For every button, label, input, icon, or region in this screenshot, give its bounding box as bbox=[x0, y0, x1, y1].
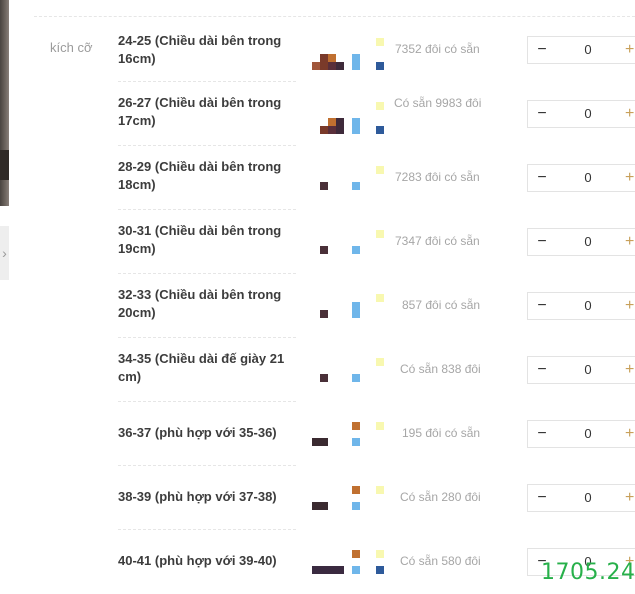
decrease-button[interactable]: − bbox=[528, 37, 556, 63]
stock-text: 7283 đôi có sẵn bbox=[395, 170, 480, 184]
sku-row: 32-33 (Chiều dài bên trong 20cm) 857 đôi… bbox=[0, 274, 635, 338]
quantity-input[interactable]: 0 bbox=[558, 165, 618, 191]
increase-button[interactable]: + bbox=[625, 421, 635, 447]
sku-row: 34-35 (Chiều dài đế giày 21 cm) Có sẵn 8… bbox=[0, 338, 635, 402]
sku-row: 36-37 (phù hợp với 35-36) 195 đôi có sẵn… bbox=[0, 402, 635, 466]
quantity-stepper: − 0 + bbox=[527, 36, 635, 64]
sku-name: 28-29 (Chiều dài bên trong 18cm) bbox=[118, 159, 282, 192]
sku-row: 26-27 (Chiều dài bên trong 17cm) Có sẵn … bbox=[0, 82, 635, 146]
stock-text: Có sẵn 280 đôi bbox=[400, 490, 481, 504]
sku-swatch-preview bbox=[310, 402, 390, 466]
sku-name: 26-27 (Chiều dài bên trong 17cm) bbox=[118, 95, 282, 128]
quantity-stepper: − 0 + bbox=[527, 420, 635, 448]
sku-swatch-preview bbox=[310, 210, 390, 274]
quantity-stepper: − 0 + bbox=[527, 228, 635, 256]
sku-name: 32-33 (Chiều dài bên trong 20cm) bbox=[118, 287, 282, 320]
divider bbox=[34, 16, 635, 17]
sku-name: 30-31 (Chiều dài bên trong 19cm) bbox=[118, 223, 282, 256]
sku-name: 36-37 (phù hợp với 35-36) bbox=[118, 425, 277, 440]
increase-button[interactable]: + bbox=[625, 357, 635, 383]
watermark: 1705.24 bbox=[541, 560, 635, 585]
sku-row: 24-25 (Chiều dài bên trong 16cm) 7352 đô… bbox=[0, 18, 635, 82]
sku-swatch-preview bbox=[310, 18, 390, 82]
quantity-stepper: − 0 + bbox=[527, 484, 635, 512]
increase-button[interactable]: + bbox=[625, 37, 635, 63]
decrease-button[interactable]: − bbox=[528, 421, 556, 447]
stock-text: 7347 đôi có sẵn bbox=[395, 234, 480, 248]
decrease-button[interactable]: − bbox=[528, 293, 556, 319]
increase-button[interactable]: + bbox=[625, 229, 635, 255]
sku-swatch-preview bbox=[310, 274, 390, 338]
sku-swatch-preview bbox=[310, 82, 390, 146]
sku-swatch-preview bbox=[310, 530, 390, 594]
increase-button[interactable]: + bbox=[625, 101, 635, 127]
stock-text: 857 đôi có sẵn bbox=[402, 298, 481, 312]
quantity-stepper: − 0 + bbox=[527, 164, 635, 192]
sku-name: 34-35 (Chiều dài đế giày 21 cm) bbox=[118, 351, 285, 384]
quantity-input[interactable]: 0 bbox=[558, 229, 618, 255]
quantity-stepper: − 0 + bbox=[527, 356, 635, 384]
sku-row: 40-41 (phù hợp với 39-40) Có sẵn 580 đôi… bbox=[0, 530, 635, 591]
increase-button[interactable]: + bbox=[625, 293, 635, 319]
stock-text: Có sẵn 838 đôi bbox=[400, 362, 481, 376]
sku-row: 38-39 (phù hợp với 37-38) Có sẵn 280 đôi… bbox=[0, 466, 635, 530]
quantity-input[interactable]: 0 bbox=[558, 101, 618, 127]
stock-text: 7352 đôi có sẵn bbox=[395, 42, 480, 56]
quantity-stepper: − 0 + bbox=[527, 100, 635, 128]
quantity-input[interactable]: 0 bbox=[558, 485, 618, 511]
increase-button[interactable]: + bbox=[625, 165, 635, 191]
quantity-input[interactable]: 0 bbox=[558, 293, 618, 319]
quantity-input[interactable]: 0 bbox=[558, 357, 618, 383]
increase-button[interactable]: + bbox=[625, 485, 635, 511]
decrease-button[interactable]: − bbox=[528, 165, 556, 191]
sku-swatch-preview bbox=[310, 146, 390, 210]
sku-swatch-preview bbox=[310, 466, 390, 530]
stock-text: Có sẵn 580 đôi bbox=[400, 554, 481, 568]
sku-name: 38-39 (phù hợp với 37-38) bbox=[118, 489, 277, 504]
sku-name: 24-25 (Chiều dài bên trong 16cm) bbox=[118, 33, 282, 66]
stock-text: Có sẵn 9983 đôi bbox=[394, 96, 482, 110]
quantity-input[interactable]: 0 bbox=[558, 421, 618, 447]
decrease-button[interactable]: − bbox=[528, 229, 556, 255]
decrease-button[interactable]: − bbox=[528, 101, 556, 127]
sku-row: 28-29 (Chiều dài bên trong 18cm) 7283 đô… bbox=[0, 146, 635, 210]
quantity-stepper: − 0 + bbox=[527, 292, 635, 320]
sku-swatch-preview bbox=[310, 338, 390, 402]
sku-name: 40-41 (phù hợp với 39-40) bbox=[118, 553, 277, 568]
sku-row: 30-31 (Chiều dài bên trong 19cm) 7347 đô… bbox=[0, 210, 635, 274]
decrease-button[interactable]: − bbox=[528, 485, 556, 511]
decrease-button[interactable]: − bbox=[528, 357, 556, 383]
quantity-input[interactable]: 0 bbox=[558, 37, 618, 63]
stock-text: 195 đôi có sẵn bbox=[402, 426, 481, 440]
